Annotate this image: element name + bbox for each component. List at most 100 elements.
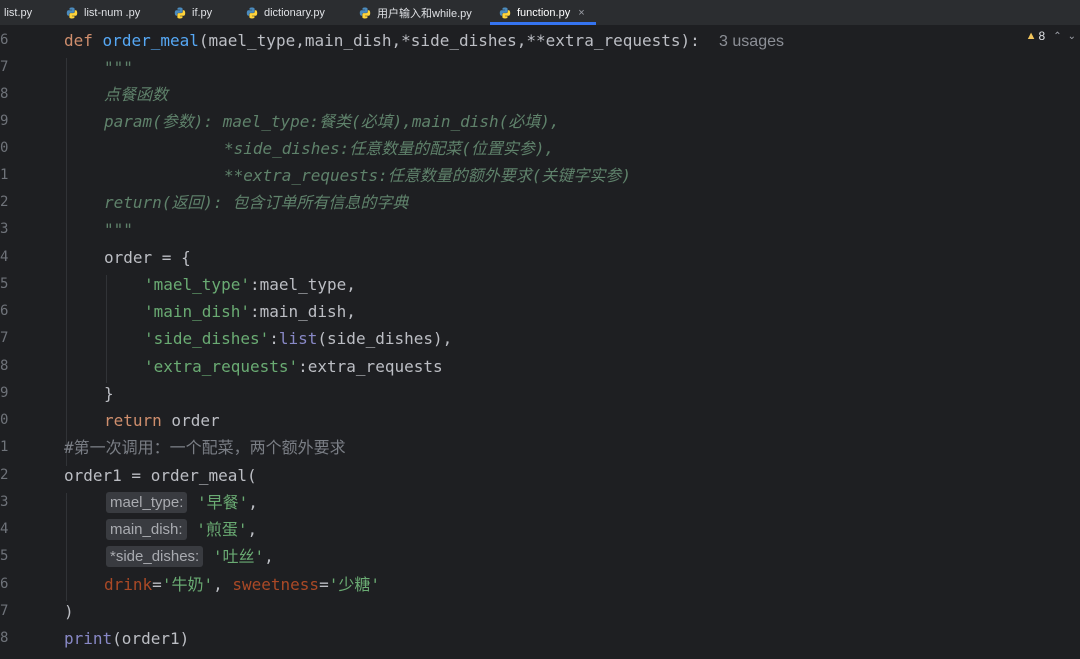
code-line[interactable]: 0 return order — [0, 407, 1080, 434]
builtin-name: list — [278, 329, 318, 348]
line-number: 0 — [0, 140, 9, 156]
line-number: 3 — [0, 221, 9, 237]
code-line[interactable]: 2 return(返回): 包含订单所有信息的字典 — [0, 189, 1080, 216]
code-line[interactable]: 7 """ — [0, 54, 1080, 81]
docstring: param(参数): mael_type:餐类(必填),main_dish(必填… — [104, 112, 560, 131]
line-number: 8 — [0, 630, 9, 646]
code-text: , — [248, 493, 258, 512]
python-file-icon — [499, 7, 511, 18]
python-file-icon — [66, 7, 78, 18]
line-code: 'mael_type':mael_type, — [144, 271, 356, 298]
function-name: order_meal — [102, 31, 199, 50]
parameter-hint: mael_type: — [106, 492, 188, 513]
code-line[interactable]: 8 'extra_requests':extra_requests — [0, 353, 1080, 380]
code-line[interactable]: 6 drink='牛奶', sweetness='少糖' — [0, 571, 1080, 598]
line-code: ) — [64, 602, 74, 621]
line-code: def order_meal(mael_type,main_dish,*side… — [64, 27, 784, 55]
line-number: 1 — [0, 167, 9, 183]
code-text: , — [264, 547, 274, 566]
code-line[interactable]: 2 order1 = order_meal( — [0, 462, 1080, 489]
string-literal: 'extra_requests' — [144, 357, 299, 376]
tab-user-input-while-py[interactable]: 用户输入和while.py — [359, 0, 472, 25]
code-line[interactable]: 6 'main_dish':main_dish, — [0, 298, 1080, 325]
line-number: 9 — [0, 385, 9, 401]
code-line[interactable]: 9 param(参数): mael_type:餐类(必填),main_dish(… — [0, 108, 1080, 135]
code-text: order — [161, 411, 220, 430]
line-number: 5 — [0, 548, 9, 564]
tab-dictionary-py[interactable]: dictionary.py — [246, 0, 325, 25]
string-literal: '少糖' — [328, 575, 380, 594]
line-code: *side_dishes: '吐丝', — [106, 543, 274, 570]
tab-label: 用户输入和while.py — [377, 7, 472, 20]
code-line[interactable]: 3 """ — [0, 216, 1080, 243]
line-number: 8 — [0, 86, 9, 102]
docstring: **extra_requests:任意数量的额外要求(关键字实参) — [224, 166, 632, 185]
string-literal: 'main_dish' — [144, 302, 250, 321]
tab-if-py[interactable]: if.py — [174, 0, 212, 25]
docstring: """ — [104, 58, 133, 77]
line-number: 4 — [0, 521, 9, 537]
code-line[interactable]: 4 order = { — [0, 244, 1080, 271]
line-number: 9 — [0, 113, 9, 129]
string-literal: 'side_dishes' — [144, 329, 270, 348]
parameter-hint: *side_dishes: — [106, 546, 204, 567]
code-line[interactable]: 4 main_dish: '煎蛋', — [0, 516, 1080, 543]
docstring: """ — [104, 220, 133, 239]
tab-label: list.py — [4, 6, 33, 19]
code-text: , — [213, 575, 233, 594]
tab-label: function.py — [517, 6, 571, 19]
code-text: (order1) — [112, 629, 190, 648]
line-code: return order — [104, 407, 220, 434]
code-line[interactable]: 7 ) — [0, 598, 1080, 625]
code-line[interactable]: 3 mael_type: '早餐', — [0, 489, 1080, 516]
code-line[interactable]: 9 } — [0, 380, 1080, 407]
line-code: 'side_dishes':list(side_dishes), — [144, 325, 452, 352]
tab-list-py[interactable]: list.py — [4, 0, 32, 25]
line-number: 4 — [0, 249, 9, 265]
keyword: def — [64, 31, 93, 50]
code-line[interactable]: 5 *side_dishes: '吐丝', — [0, 543, 1080, 570]
code-text: :extra_requests — [298, 357, 443, 376]
code-line[interactable]: 6 def order_meal(mael_type,main_dish,*si… — [0, 27, 1080, 54]
code-text: :mael_type, — [249, 275, 356, 294]
code-line[interactable]: 8 print(order1) — [0, 625, 1080, 652]
code-line[interactable]: 1 **extra_requests:任意数量的额外要求(关键字实参) — [0, 162, 1080, 189]
code-text: , — [247, 520, 258, 539]
line-code: order = { — [104, 248, 191, 267]
code-text: :main_dish, — [249, 302, 356, 321]
code-line[interactable]: 1 #第一次调用：一个配菜，两个额外要求 — [0, 434, 1080, 461]
line-number: 3 — [0, 494, 9, 510]
tab-label: if.py — [192, 6, 213, 19]
code-text: = — [319, 575, 329, 594]
line-code: } — [104, 384, 114, 403]
tab-list-num-py[interactable]: list-num .py — [66, 0, 140, 25]
tab-label: list-num .py — [84, 6, 141, 19]
close-tab-icon[interactable]: × — [578, 7, 584, 19]
code-editor[interactable]: ▲ 8 ⌃ ⌄ 6 def order_meal(mael_type,main_… — [0, 26, 1080, 659]
code-line[interactable]: 0 *side_dishes:任意数量的配菜(位置实参), — [0, 135, 1080, 162]
line-number: 7 — [0, 603, 9, 619]
string-literal: '煎蛋' — [196, 520, 248, 539]
line-number: 7 — [0, 330, 9, 346]
python-file-icon — [359, 7, 371, 18]
string-literal: 'mael_type' — [144, 275, 250, 294]
line-code: order1 = order_meal( — [64, 466, 257, 485]
docstring: *side_dishes:任意数量的配菜(位置实参), — [224, 139, 555, 158]
parameter-hint: main_dish: — [106, 519, 187, 540]
keyword-argument: sweetness — [232, 575, 320, 594]
code-line[interactable]: 5 'mael_type':mael_type, — [0, 271, 1080, 298]
line-number: 1 — [0, 439, 9, 455]
line-number: 0 — [0, 412, 9, 428]
keyword: return — [104, 411, 162, 430]
usages-hint[interactable]: 3 usages — [719, 33, 784, 50]
code-text: = — [152, 575, 162, 594]
code-line[interactable]: 7 'side_dishes':list(side_dishes), — [0, 325, 1080, 352]
code-line[interactable]: 8 点餐函数 — [0, 81, 1080, 108]
comment: #第一次调用：一个配菜，两个额外要求 — [64, 438, 346, 457]
python-file-icon — [246, 7, 258, 18]
string-literal: '吐丝' — [212, 547, 265, 566]
docstring: 点餐函数 — [104, 85, 169, 104]
editor-tab-bar: list.py list-num .py if.py dictionary.py… — [0, 0, 1080, 26]
line-number: 6 — [0, 576, 9, 592]
builtin-name: print — [64, 629, 113, 648]
